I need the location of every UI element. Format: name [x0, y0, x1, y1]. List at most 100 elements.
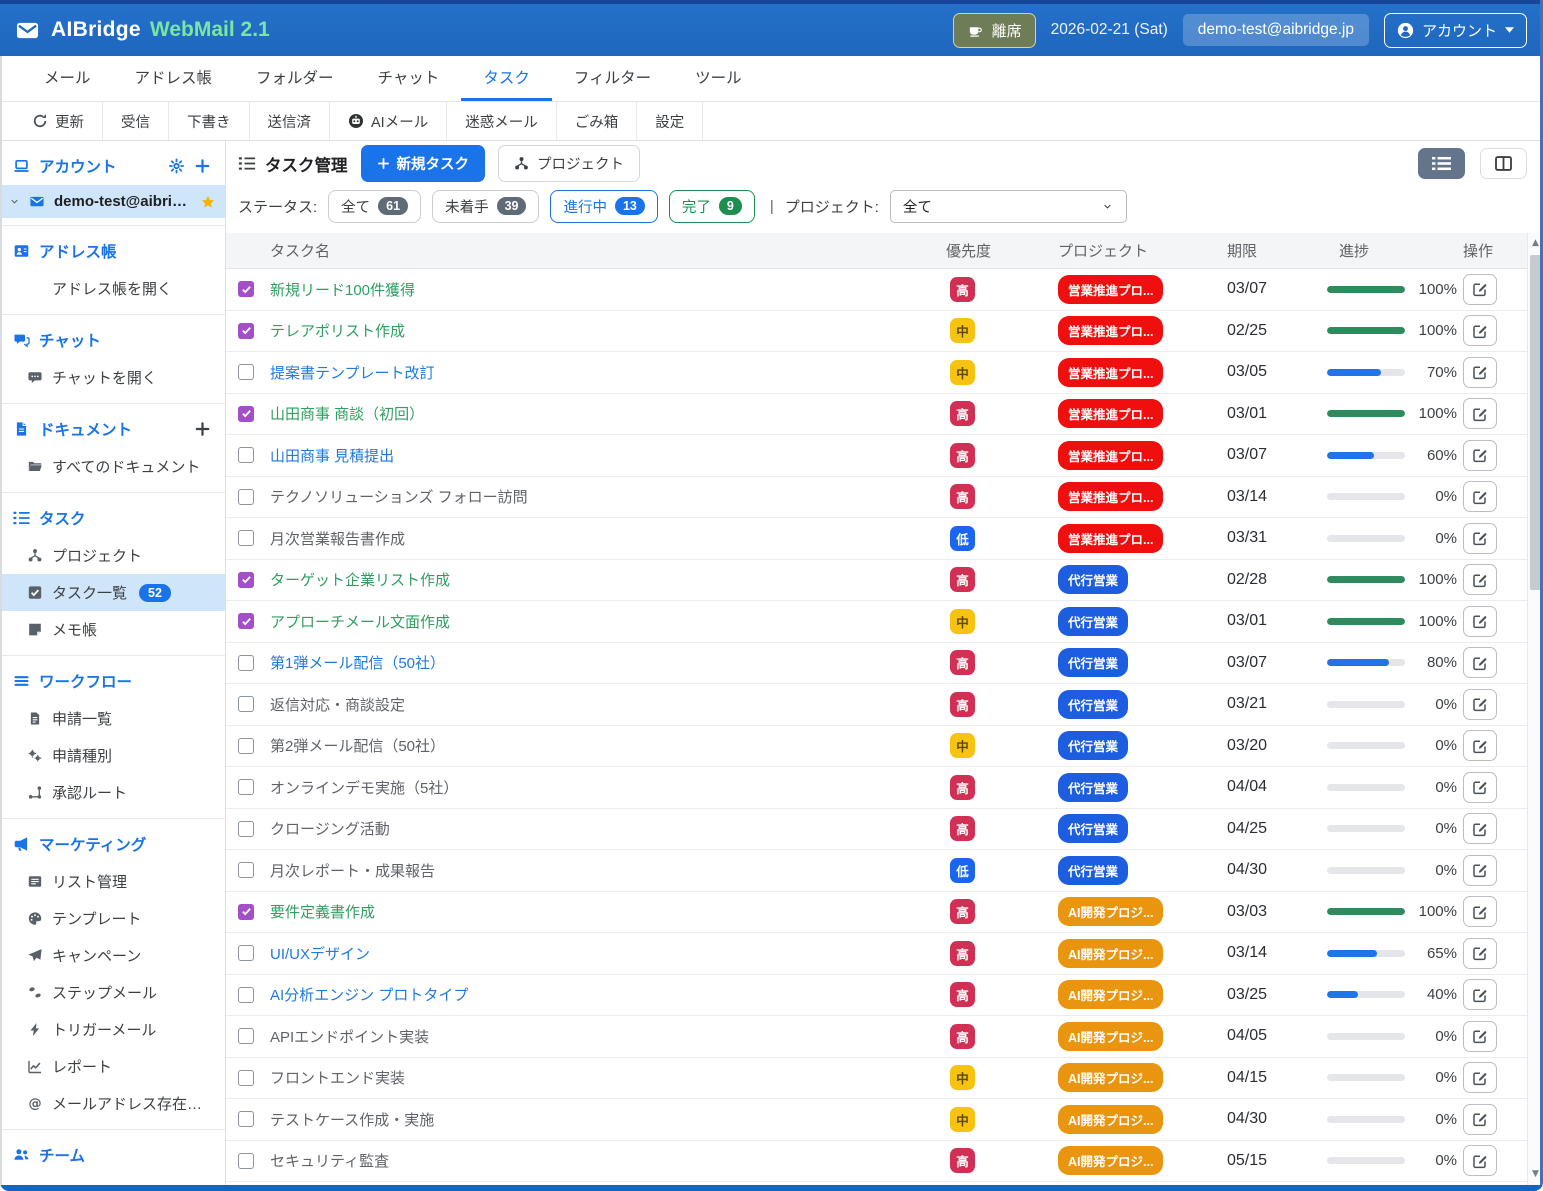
- toolbar-受信[interactable]: 受信: [103, 102, 169, 140]
- sidebar-item-キャンペーン[interactable]: キャンペーン: [0, 937, 225, 974]
- tab-ツール[interactable]: ツール: [673, 56, 764, 101]
- sidebar-item-申請一覧[interactable]: 申請一覧: [0, 700, 225, 737]
- edit-task-button[interactable]: [1463, 357, 1497, 388]
- edit-task-button[interactable]: [1463, 1104, 1497, 1135]
- task-checkbox[interactable]: [238, 530, 254, 546]
- sidebar-item-タスク一覧[interactable]: タスク一覧52: [0, 574, 225, 611]
- account-menu-button[interactable]: アカウント: [1384, 13, 1527, 48]
- edit-task-button[interactable]: [1463, 315, 1497, 346]
- edit-task-button[interactable]: [1463, 564, 1497, 595]
- task-name-link[interactable]: 新規リード100件獲得: [266, 279, 946, 300]
- task-checkbox[interactable]: [238, 447, 254, 463]
- sidebar-item-チャットを開く[interactable]: チャットを開く: [0, 359, 225, 396]
- toolbar-更新[interactable]: 更新: [14, 102, 103, 140]
- task-checkbox[interactable]: [238, 1070, 254, 1086]
- task-name-link[interactable]: 月次レポート・成果報告: [266, 860, 946, 881]
- task-checkbox[interactable]: [238, 323, 254, 339]
- edit-task-button[interactable]: [1463, 772, 1497, 803]
- toolbar-AIメール[interactable]: AIメール: [330, 102, 447, 140]
- sidebar-item-demo-test@aibri…[interactable]: demo-test@aibri…: [0, 185, 225, 218]
- project-button[interactable]: プロジェクト: [498, 145, 640, 182]
- task-checkbox[interactable]: [238, 364, 254, 380]
- edit-task-button[interactable]: [1463, 896, 1497, 927]
- edit-task-button[interactable]: [1463, 813, 1497, 844]
- tab-チャット[interactable]: チャット: [356, 56, 462, 101]
- edit-task-button[interactable]: [1463, 730, 1497, 761]
- task-name-link[interactable]: クロージング活動: [266, 818, 946, 839]
- task-name-link[interactable]: フロントエンド実装: [266, 1067, 946, 1088]
- task-name-link[interactable]: 山田商事 商談（初回）: [266, 403, 946, 424]
- task-name-link[interactable]: テストケース作成・実施: [266, 1109, 946, 1130]
- sidebar-item-メモ帳[interactable]: メモ帳: [0, 611, 225, 648]
- edit-task-button[interactable]: [1463, 855, 1497, 886]
- task-checkbox[interactable]: [238, 862, 254, 878]
- tab-タスク[interactable]: タスク: [461, 56, 552, 101]
- sidebar-item-テンプレート[interactable]: テンプレート: [0, 900, 225, 937]
- tab-メール[interactable]: メール: [22, 56, 113, 101]
- edit-task-button[interactable]: [1463, 440, 1497, 471]
- task-name-link[interactable]: 返信対応・商談設定: [266, 694, 946, 715]
- task-name-link[interactable]: 第2弾メール配信（50社）: [266, 735, 946, 756]
- task-checkbox[interactable]: [238, 1153, 254, 1169]
- task-checkbox[interactable]: [238, 572, 254, 588]
- task-checkbox[interactable]: [238, 945, 254, 961]
- edit-task-button[interactable]: [1463, 938, 1497, 969]
- edit-task-button[interactable]: [1463, 398, 1497, 429]
- task-checkbox[interactable]: [238, 738, 254, 754]
- task-checkbox[interactable]: [238, 1028, 254, 1044]
- task-name-link[interactable]: 提案書テンプレート改訂: [266, 362, 946, 383]
- sidebar-item-アドレス帳を開く[interactable]: アドレス帳を開く: [0, 270, 225, 307]
- edit-task-button[interactable]: [1463, 606, 1497, 637]
- status-filter-完了[interactable]: 完了9: [669, 190, 755, 223]
- task-checkbox[interactable]: [238, 655, 254, 671]
- sidebar-item-メールアドレス存在確認[interactable]: @メールアドレス存在確認: [0, 1085, 225, 1122]
- task-name-link[interactable]: オンラインデモ実施（5社）: [266, 777, 946, 798]
- task-name-link[interactable]: 月次営業報告書作成: [266, 528, 946, 549]
- plus-icon[interactable]: [194, 421, 211, 437]
- task-name-link[interactable]: アプローチメール文面作成: [266, 611, 946, 632]
- sidebar-item-すべてのドキュメント[interactable]: すべてのドキュメント: [0, 448, 225, 485]
- sidebar-item-トリガーメール[interactable]: トリガーメール: [0, 1011, 225, 1048]
- task-name-link[interactable]: APIエンドポイント実装: [266, 1026, 946, 1047]
- sidebar-item-プロジェクト[interactable]: プロジェクト: [0, 537, 225, 574]
- edit-task-button[interactable]: [1463, 979, 1497, 1010]
- edit-task-button[interactable]: [1463, 274, 1497, 305]
- task-checkbox[interactable]: [238, 696, 254, 712]
- plus-icon[interactable]: [194, 158, 211, 174]
- sidebar-item-承認ルート[interactable]: 承認ルート: [0, 774, 225, 811]
- task-name-link[interactable]: セキュリティ監査: [266, 1150, 946, 1171]
- status-filter-未着手[interactable]: 未着手39: [432, 190, 539, 223]
- tab-フォルダー[interactable]: フォルダー: [234, 56, 356, 101]
- edit-task-button[interactable]: [1463, 523, 1497, 554]
- task-checkbox[interactable]: [238, 489, 254, 505]
- task-checkbox[interactable]: [238, 281, 254, 297]
- task-name-link[interactable]: 要件定義書作成: [266, 901, 946, 922]
- toolbar-迷惑メール[interactable]: 迷惑メール: [447, 102, 557, 140]
- task-checkbox[interactable]: [238, 821, 254, 837]
- task-name-link[interactable]: テクノソリューションズ フォロー訪問: [266, 486, 946, 507]
- gear-icon[interactable]: [168, 158, 185, 174]
- task-checkbox[interactable]: [238, 987, 254, 1003]
- edit-task-button[interactable]: [1463, 1062, 1497, 1093]
- list-view-toggle-button[interactable]: [1418, 148, 1465, 179]
- edit-task-button[interactable]: [1463, 647, 1497, 678]
- columns-view-toggle-button[interactable]: [1480, 148, 1527, 179]
- sidebar-item-レポート[interactable]: レポート: [0, 1048, 225, 1085]
- task-checkbox[interactable]: [238, 779, 254, 795]
- sidebar-item-申請種別[interactable]: 申請種別: [0, 737, 225, 774]
- task-name-link[interactable]: ターゲット企業リスト作成: [266, 569, 946, 590]
- sidebar-item-リスト管理[interactable]: リスト管理: [0, 863, 225, 900]
- task-name-link[interactable]: 山田商事 見積提出: [266, 445, 946, 466]
- toolbar-送信済[interactable]: 送信済: [250, 102, 331, 140]
- toolbar-設定[interactable]: 設定: [637, 102, 703, 140]
- task-name-link[interactable]: テレアポリスト作成: [266, 320, 946, 341]
- task-name-link[interactable]: UI/UXデザイン: [266, 943, 946, 964]
- status-filter-進行中[interactable]: 進行中13: [550, 190, 657, 223]
- task-checkbox[interactable]: [238, 904, 254, 920]
- edit-task-button[interactable]: [1463, 1021, 1497, 1052]
- toolbar-ごみ箱[interactable]: ごみ箱: [557, 102, 638, 140]
- edit-task-button[interactable]: [1463, 481, 1497, 512]
- edit-task-button[interactable]: [1463, 689, 1497, 720]
- toolbar-下書き[interactable]: 下書き: [169, 102, 250, 140]
- tab-アドレス帳[interactable]: アドレス帳: [113, 56, 235, 101]
